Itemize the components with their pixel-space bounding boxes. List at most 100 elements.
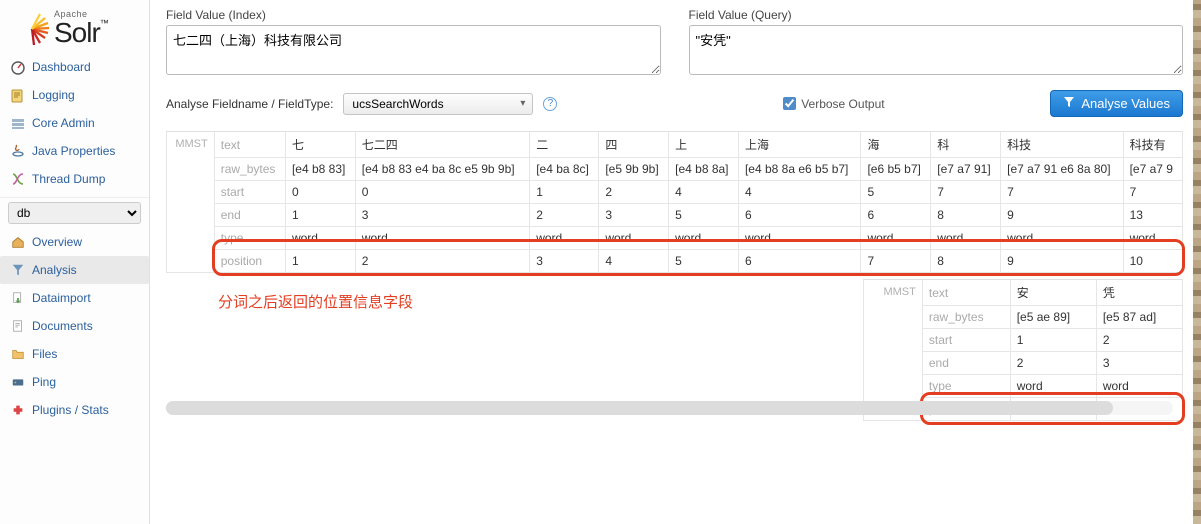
cell: 七 [285,132,355,158]
cell: 科技 [1001,132,1123,158]
cell: word [530,227,599,250]
cell: 7 [861,250,931,273]
analyse-values-button[interactable]: Analyse Values [1050,90,1183,117]
nav-item-dashboard[interactable]: Dashboard [0,53,149,81]
core-nav-item-dataimport[interactable]: Dataimport [0,284,149,312]
nav-item-threaddump[interactable]: Thread Dump [0,165,149,193]
row-key-raw_bytes: raw_bytes [214,158,285,181]
cell: 七二四 [355,132,529,158]
scrollbar-thumb[interactable] [166,401,1113,415]
cell: word [599,227,669,250]
table-row-text: MMSTtext七七二四二四上上海海科科技科技有 [167,132,1183,158]
cell: 8 [931,204,1001,227]
cell: word [931,227,1001,250]
cell: [e7 a7 91] [931,158,1001,181]
verbose-output-checkbox[interactable] [783,97,796,110]
row-key-start: start [214,181,285,204]
cell: 5 [861,181,931,204]
cell: 1 [285,250,355,273]
core-nav-item-overview[interactable]: Overview [0,228,149,256]
cell: word [669,227,739,250]
cell: 3 [530,250,599,273]
dashboard-icon [10,59,26,75]
main-content: Field Value (Index) Field Value (Query) … [150,0,1201,524]
cell: 3 [1096,352,1182,375]
row-key-start: start [922,329,1010,352]
core-nav-item-documents[interactable]: Documents [0,312,149,340]
verbose-output-label: Verbose Output [801,97,884,111]
cell: 上海 [738,132,860,158]
solr-sun-icon [14,11,50,47]
cell: [e5 ae 89] [1010,306,1096,329]
table-row-start: start0012445777 [167,181,1183,204]
core-nav-item-plugins[interactable]: Plugins / Stats [0,396,149,424]
cell: [e4 b8 83 e4 ba 8c e5 9b 9b] [355,158,529,181]
cell: 二 [530,132,599,158]
sidebar: Apache Solr™ DashboardLoggingCore AdminJ… [0,0,150,524]
cell: 1 [285,204,355,227]
table-row-type: typewordwordwordwordwordwordwordwordword… [167,227,1183,250]
cell: 6 [738,250,860,273]
nav-item-logging[interactable]: Logging [0,81,149,109]
core-nav-item-analysis[interactable]: Analysis [0,256,149,284]
cell: word [1010,375,1096,398]
row-key-end: end [922,352,1010,375]
cell: [e4 ba 8c] [530,158,599,181]
cell: [e4 b8 8a e6 b5 b7] [738,158,860,181]
logo: Apache Solr™ [0,0,149,53]
ping-icon [10,374,26,390]
row-key-type: type [214,227,285,250]
nav-item-coreadmin[interactable]: Core Admin [0,109,149,137]
primary-nav: DashboardLoggingCore AdminJava Propertie… [0,53,149,424]
funnel-icon [1063,96,1075,111]
core-nav-item-ping[interactable]: Ping [0,368,149,396]
row-key-end: end [214,204,285,227]
cell: word [861,227,931,250]
analysis-icon [10,262,26,278]
cell: 凭 [1096,280,1182,306]
analysis-stage-label: MMST [167,132,215,273]
cell: 4 [669,181,739,204]
cell: 2 [599,181,669,204]
cell: [e4 b8 8a] [669,158,739,181]
cell: word [1001,227,1123,250]
cell: [e7 a7 91 e6 8a 80] [1001,158,1123,181]
fieldtype-dropdown[interactable]: ucsSearchWords [343,93,533,115]
cell: 2 [355,250,529,273]
cell: 10 [1123,250,1182,273]
core-select-input[interactable]: db [8,202,141,224]
plugins-icon [10,402,26,418]
cell: 安 [1010,280,1096,306]
query-analysis-table: MMSTtext安凭raw_bytes[e5 ae 89][e5 87 ad]s… [863,279,1183,421]
core-selector[interactable]: db [8,202,141,224]
logo-solr: Solr™ [54,19,108,47]
field-value-index-input[interactable] [166,25,661,75]
help-icon[interactable]: ? [543,97,557,111]
cell: word [738,227,860,250]
cell: 13 [1123,204,1182,227]
table-row-position: position12345678910 [167,250,1183,273]
cell: 5 [669,204,739,227]
cell: 4 [738,181,860,204]
row-key-text: text [922,280,1010,306]
cell: 0 [285,181,355,204]
nav-item-javaprops[interactable]: Java Properties [0,137,149,165]
row-key-raw_bytes: raw_bytes [922,306,1010,329]
cell: 四 [599,132,669,158]
verbose-output-toggle[interactable]: Verbose Output [783,97,884,111]
field-value-query-input[interactable] [689,25,1184,75]
threaddump-icon [10,171,26,187]
overview-icon [10,234,26,250]
cell: 3 [355,204,529,227]
cell: word [1096,375,1182,398]
analyse-fieldname-label: Analyse Fieldname / FieldType: [166,97,333,111]
cell: 1 [1010,329,1096,352]
cell: 9 [1001,250,1123,273]
field-value-query-label: Field Value (Query) [689,8,1184,25]
cell: word [1123,227,1182,250]
logging-icon [10,87,26,103]
cell: 6 [738,204,860,227]
cell: 1 [530,181,599,204]
horizontal-scrollbar[interactable] [166,401,1173,415]
core-nav-item-files[interactable]: Files [0,340,149,368]
